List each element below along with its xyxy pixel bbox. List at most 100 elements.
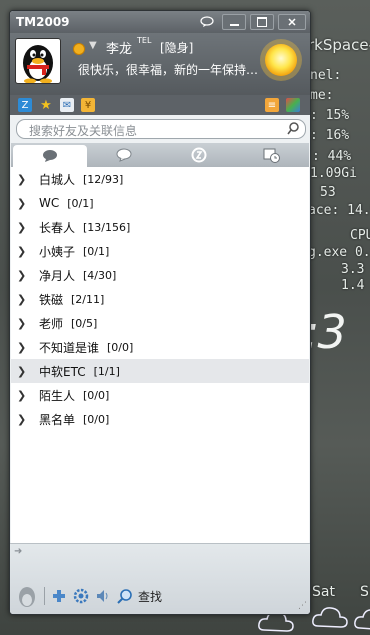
weather-cloud-icon [354, 609, 370, 630]
qq-main-window: TM2009 ▼ 李龙 TEL [隐身] 很快乐，很幸福，新的一年保持… Z ★… [9, 10, 311, 615]
desktop-proc-line: g.exe 0.5 [308, 245, 370, 260]
find-label: 查找 [138, 589, 163, 604]
desktop-day-label: Sat [312, 584, 335, 600]
avatar[interactable] [15, 38, 61, 84]
profile-panel: ▼ 李龙 TEL [隐身] 很快乐，很幸福，新的一年保持… [10, 33, 310, 95]
search-box [16, 119, 306, 140]
quick-launch-bar: Z ★ ✉ ¥ ≡ [10, 95, 310, 115]
group-name: WC [39, 196, 60, 210]
contact-group-row[interactable]: ❯ 黑名单 [0/0] [11, 407, 309, 431]
app-title: TM2009 [16, 15, 70, 29]
minimize-icon [229, 24, 239, 26]
group-online-count: [13/156] [83, 220, 131, 234]
resize-grip-icon[interactable]: ⋰ [298, 601, 307, 611]
chevron-right-icon: ❯ [17, 388, 27, 402]
group-online-count: [1/1] [93, 364, 120, 378]
chevron-right-icon: ❯ [17, 196, 27, 210]
expand-arrow-icon[interactable]: ➜ [14, 546, 22, 557]
contact-group-row[interactable]: ❯ 不知道是谁 [0/0] [11, 335, 309, 359]
contact-group-row[interactable]: ❯ 中软ETC [1/1] [11, 359, 309, 383]
group-name: 中软ETC [39, 364, 86, 379]
wallet-icon[interactable]: ¥ [81, 98, 95, 112]
message-manager-icon[interactable]: ≡ [265, 98, 279, 112]
maximize-icon [257, 17, 267, 27]
group-online-count: [4/30] [83, 268, 117, 282]
group-name: 老师 [39, 316, 64, 331]
contact-group-row[interactable]: ❯ 老师 [0/5] [11, 311, 309, 335]
group-name: 不知道是谁 [39, 340, 100, 355]
group-online-count: [0/1] [67, 196, 94, 210]
toolbar-divider [44, 587, 45, 605]
search-input[interactable] [27, 122, 281, 140]
online-status-text[interactable]: [隐身] [160, 39, 193, 56]
gear-icon[interactable] [73, 588, 89, 604]
qzone-icon [191, 147, 207, 163]
chevron-right-icon: ❯ [17, 292, 27, 306]
desktop-proc-line: 1.4 [341, 278, 365, 293]
tab-recent[interactable] [236, 143, 310, 167]
close-icon [288, 18, 296, 26]
contact-group-row[interactable]: ❯ 陌生人 [0/0] [11, 383, 309, 407]
contact-group-row[interactable]: ❯ WC [0/1] [11, 191, 309, 215]
weather-cloud-icon [312, 607, 348, 628]
contact-group-row[interactable]: ❯ 白城人 [12/93] [11, 167, 309, 191]
group-online-count: [0/0] [107, 340, 134, 354]
group-name: 铁磁 [39, 292, 64, 307]
nickname: 李龙 [106, 42, 133, 57]
chat-bubble-icon [200, 16, 214, 27]
desktop-line: 53 [320, 185, 336, 200]
group-name: 长春人 [39, 220, 76, 235]
star-icon[interactable]: ★ [39, 98, 53, 113]
group-name: 黑名单 [39, 412, 76, 427]
chat-bubble-button[interactable] [196, 15, 218, 29]
plugin-icon[interactable] [51, 588, 67, 604]
bottom-panel: ➜ 查找 ⋰ [10, 543, 310, 614]
contact-group-row[interactable]: ❯ 长春人 [13/156] [11, 215, 309, 239]
contact-group-row[interactable]: ❯ 铁磁 [2/11] [11, 287, 309, 311]
desktop-line: 1.09Gi [310, 166, 357, 181]
penguin-avatar-icon [23, 45, 53, 84]
tab-groups[interactable] [89, 143, 163, 167]
maximize-button[interactable] [250, 14, 274, 30]
desktop-day-label: S [360, 584, 369, 600]
status-indicator-icon[interactable] [73, 43, 85, 55]
group-name: 陌生人 [39, 388, 76, 403]
mail-icon[interactable]: ✉ [60, 98, 74, 112]
desktop-line: nel: [310, 68, 342, 83]
minimize-button[interactable] [222, 14, 246, 30]
tab-qzone[interactable] [162, 143, 236, 167]
group-online-count: [0/0] [83, 388, 110, 402]
chevron-right-icon: ❯ [17, 172, 27, 186]
qzone-icon[interactable]: Z [18, 98, 32, 112]
sun-weather-icon[interactable] [258, 37, 304, 83]
desktop-widget-title: rkSpace- [308, 36, 370, 54]
find-button[interactable]: 查找 [117, 588, 162, 605]
close-button[interactable] [278, 14, 306, 30]
tab-contacts[interactable] [13, 145, 87, 167]
contact-group-row[interactable]: ❯ 净月人 [4/30] [11, 263, 309, 287]
search-icon[interactable] [287, 122, 299, 135]
chevron-right-icon: ❯ [17, 316, 27, 330]
chevron-right-icon: ❯ [17, 268, 27, 282]
title-bar[interactable]: TM2009 [10, 11, 310, 33]
desktop-line: ace: 14.9 [308, 203, 370, 218]
main-menu-penguin-icon[interactable] [16, 584, 38, 608]
group-online-count: [12/93] [83, 172, 124, 186]
status-dropdown-chevron-icon[interactable]: ▼ [89, 40, 97, 51]
personal-signature[interactable]: 很快乐，很幸福，新的一年保持… [78, 61, 263, 78]
desktop-line: : 16% [310, 128, 350, 143]
desktop-line: : 15% [310, 108, 350, 123]
group-online-count: [0/1] [83, 244, 110, 258]
group-name: 白城人 [39, 172, 76, 187]
group-online-count: [0/5] [71, 316, 98, 330]
group-online-count: [0/0] [83, 412, 110, 426]
desktop-line: : 44% [312, 149, 352, 164]
chat-icon [116, 148, 132, 162]
app-box-icon[interactable] [286, 98, 300, 112]
magnifier-icon [117, 589, 132, 604]
group-name: 小姨子 [39, 244, 76, 259]
chevron-right-icon: ❯ [17, 220, 27, 234]
recent-icon [263, 148, 281, 163]
speaker-icon[interactable] [95, 588, 111, 604]
contact-group-row[interactable]: ❯ 小姨子 [0/1] [11, 239, 309, 263]
